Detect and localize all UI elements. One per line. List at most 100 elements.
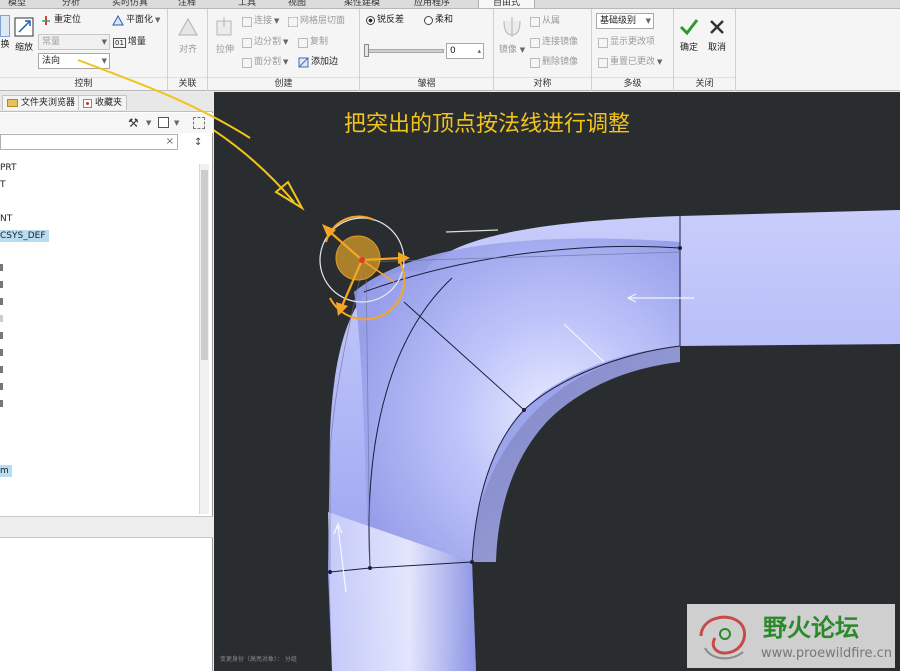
radio-checked-icon xyxy=(366,16,375,25)
tab-tools[interactable]: 工具 xyxy=(238,0,256,8)
cut-button[interactable]: 换 xyxy=(0,15,10,50)
align-button[interactable]: 对齐 xyxy=(174,15,202,55)
panel-tab-bar: 文件夹浏览器 收藏夹 xyxy=(0,92,213,112)
chevron-down-icon[interactable]: ▼ xyxy=(174,119,179,127)
reposition-icon xyxy=(42,16,50,25)
folder-icon xyxy=(7,99,18,107)
edge-split-button[interactable]: 边分割 ▼ xyxy=(242,37,288,48)
scale-label: 缩放 xyxy=(14,43,33,53)
tab-folder-browser[interactable]: 文件夹浏览器 xyxy=(2,95,81,110)
group-create: 拉伸 连接 ▼ 网格层切面 边分割 ▼ 复制 面分割 ▼ 添加边 创建 xyxy=(208,9,360,91)
tab-favorites[interactable]: 收藏夹 xyxy=(78,95,128,110)
graphics-viewport[interactable]: 把突出的顶点按法线进行调整 变更身份（高亮对象）： 分组 xyxy=(214,92,900,671)
flatten-button[interactable]: 平面化 ▼ xyxy=(112,15,160,26)
sharp-radio[interactable]: 锐反差 xyxy=(366,15,404,26)
normal-direction-combo[interactable]: 法向 ▼ xyxy=(38,53,110,69)
connect-icon xyxy=(242,16,252,27)
group-label-multilevel: 多级 xyxy=(592,77,673,89)
close-icon xyxy=(710,20,724,34)
flatten-icon xyxy=(112,15,124,26)
copy-icon xyxy=(298,37,308,48)
tree-filter-icon[interactable] xyxy=(158,117,169,128)
viewport-status-text: 变更身份（高亮对象）： 分组 xyxy=(220,656,297,663)
search-icon[interactable]: ↕ xyxy=(194,137,202,148)
group-label-close: 关闭 xyxy=(674,77,735,89)
face-split-button[interactable]: 面分割 ▼ xyxy=(242,57,288,68)
tree-settings-icon[interactable]: ⚒ xyxy=(128,116,139,130)
tab-applications[interactable]: 应用程序 xyxy=(414,0,450,8)
chevron-down-icon[interactable]: ▼ xyxy=(146,119,151,127)
tree-search-input[interactable]: × xyxy=(0,134,178,150)
delete-mirror-icon xyxy=(530,57,540,68)
scale-button[interactable]: 缩放 xyxy=(12,15,36,53)
tab-analysis[interactable]: 分析 xyxy=(62,0,80,8)
group-label-crease: 皱褶 xyxy=(360,77,493,89)
constant-combo[interactable]: 常量 ▼ xyxy=(38,34,110,50)
tree-scrollbar-thumb[interactable] xyxy=(201,170,208,360)
group-close: 确定 取消 关闭 xyxy=(674,9,736,91)
panel-splitter[interactable] xyxy=(0,516,213,538)
extrude-icon xyxy=(216,17,232,36)
group-control: 换 缩放 重定位 平面化 ▼ 常量 ▼ 01 增量 法向 ▼ 控制 xyxy=(0,9,168,91)
show-changes-icon xyxy=(598,37,608,48)
connect-mirror-button[interactable]: 连接镜像 xyxy=(530,37,578,48)
crease-slider-handle[interactable] xyxy=(364,44,369,57)
tab-realtime-simulation[interactable]: 实时仿真 xyxy=(112,0,148,8)
crease-slider[interactable] xyxy=(366,49,444,53)
tab-view[interactable]: 视图 xyxy=(288,0,306,8)
tab-annotate[interactable]: 注释 xyxy=(178,0,196,8)
watermark: 野火论坛 www.proewildfire.cn xyxy=(687,604,895,668)
tree-item[interactable]: T xyxy=(0,179,6,191)
mirror-icon xyxy=(503,17,521,37)
tree-columns-icon[interactable] xyxy=(193,117,205,129)
tree-item[interactable]: NT xyxy=(0,213,12,225)
watermark-url: www.proewildfire.cn xyxy=(761,646,892,661)
ok-button[interactable]: 确定 xyxy=(676,17,702,53)
spinner-icon: ▴ xyxy=(477,47,481,55)
tree-item-selected[interactable]: m xyxy=(0,465,12,477)
forum-logo-icon xyxy=(699,615,747,660)
ribbon: 换 缩放 重定位 平面化 ▼ 常量 ▼ 01 增量 法向 ▼ 控制 对齐 关联 … xyxy=(0,9,900,91)
reset-changes-icon xyxy=(598,57,608,68)
tab-flexible-modeling[interactable]: 柔性建模 xyxy=(344,0,380,8)
soft-radio[interactable]: 柔和 xyxy=(424,15,453,26)
tree-item[interactable]: PRT xyxy=(0,162,17,174)
mirror-button[interactable]: 镜像 ▼ xyxy=(498,15,526,55)
model-canvas[interactable] xyxy=(214,92,900,671)
level-combo[interactable]: 基础级别 ▼ xyxy=(596,13,654,29)
flatten-dropdown-icon[interactable]: ▼ xyxy=(155,15,160,26)
add-edge-icon xyxy=(298,57,309,68)
callout-arrow xyxy=(214,129,305,211)
chevron-down-icon: ▼ xyxy=(101,57,107,65)
reposition-button[interactable]: 重定位 xyxy=(40,15,81,26)
group-label-relation: 关联 xyxy=(168,77,207,89)
face-split-icon xyxy=(242,57,252,68)
scale-icon xyxy=(14,17,34,37)
show-changes-button[interactable]: 显示更改项 xyxy=(598,37,655,48)
delete-mirror-button[interactable]: 删除镜像 xyxy=(530,57,578,68)
tree-item-icons xyxy=(0,264,6,414)
edge-split-icon xyxy=(242,37,252,48)
align-icon xyxy=(178,17,198,36)
tab-freestyle[interactable]: 自由式 xyxy=(478,0,536,8)
increase-button[interactable]: 01 增量 xyxy=(113,37,146,48)
model-tree-panel: 文件夹浏览器 收藏夹 ⚒ ▼ ▼ × ↕ PRT T NT CSYS_DEF m xyxy=(0,92,213,671)
tab-model[interactable]: 模型 xyxy=(8,0,26,8)
connect-button[interactable]: 连接 ▼ xyxy=(242,16,279,27)
slave-button[interactable]: 从属 xyxy=(530,16,560,27)
mesh-icon xyxy=(288,16,298,27)
tree-scrollbar[interactable] xyxy=(199,164,209,514)
mesh-cut-button[interactable]: 网格层切面 xyxy=(288,16,345,27)
tree-item-selected[interactable]: CSYS_DEF xyxy=(0,230,49,242)
extrude-button[interactable]: 拉伸 xyxy=(212,15,238,55)
copy-button[interactable]: 复制 xyxy=(298,37,328,48)
reset-changes-button[interactable]: 重置已更改 ▼ xyxy=(598,57,662,68)
clear-icon[interactable]: × xyxy=(166,136,174,147)
cut-icon xyxy=(0,15,10,37)
chevron-down-icon: ▼ xyxy=(101,38,107,46)
add-edge-button[interactable]: 添加边 xyxy=(298,57,338,68)
crease-value-spinner[interactable]: 0 ▴ xyxy=(446,43,484,59)
favorites-icon xyxy=(83,98,92,108)
cancel-button[interactable]: 取消 xyxy=(704,17,730,53)
slave-icon xyxy=(530,16,540,27)
